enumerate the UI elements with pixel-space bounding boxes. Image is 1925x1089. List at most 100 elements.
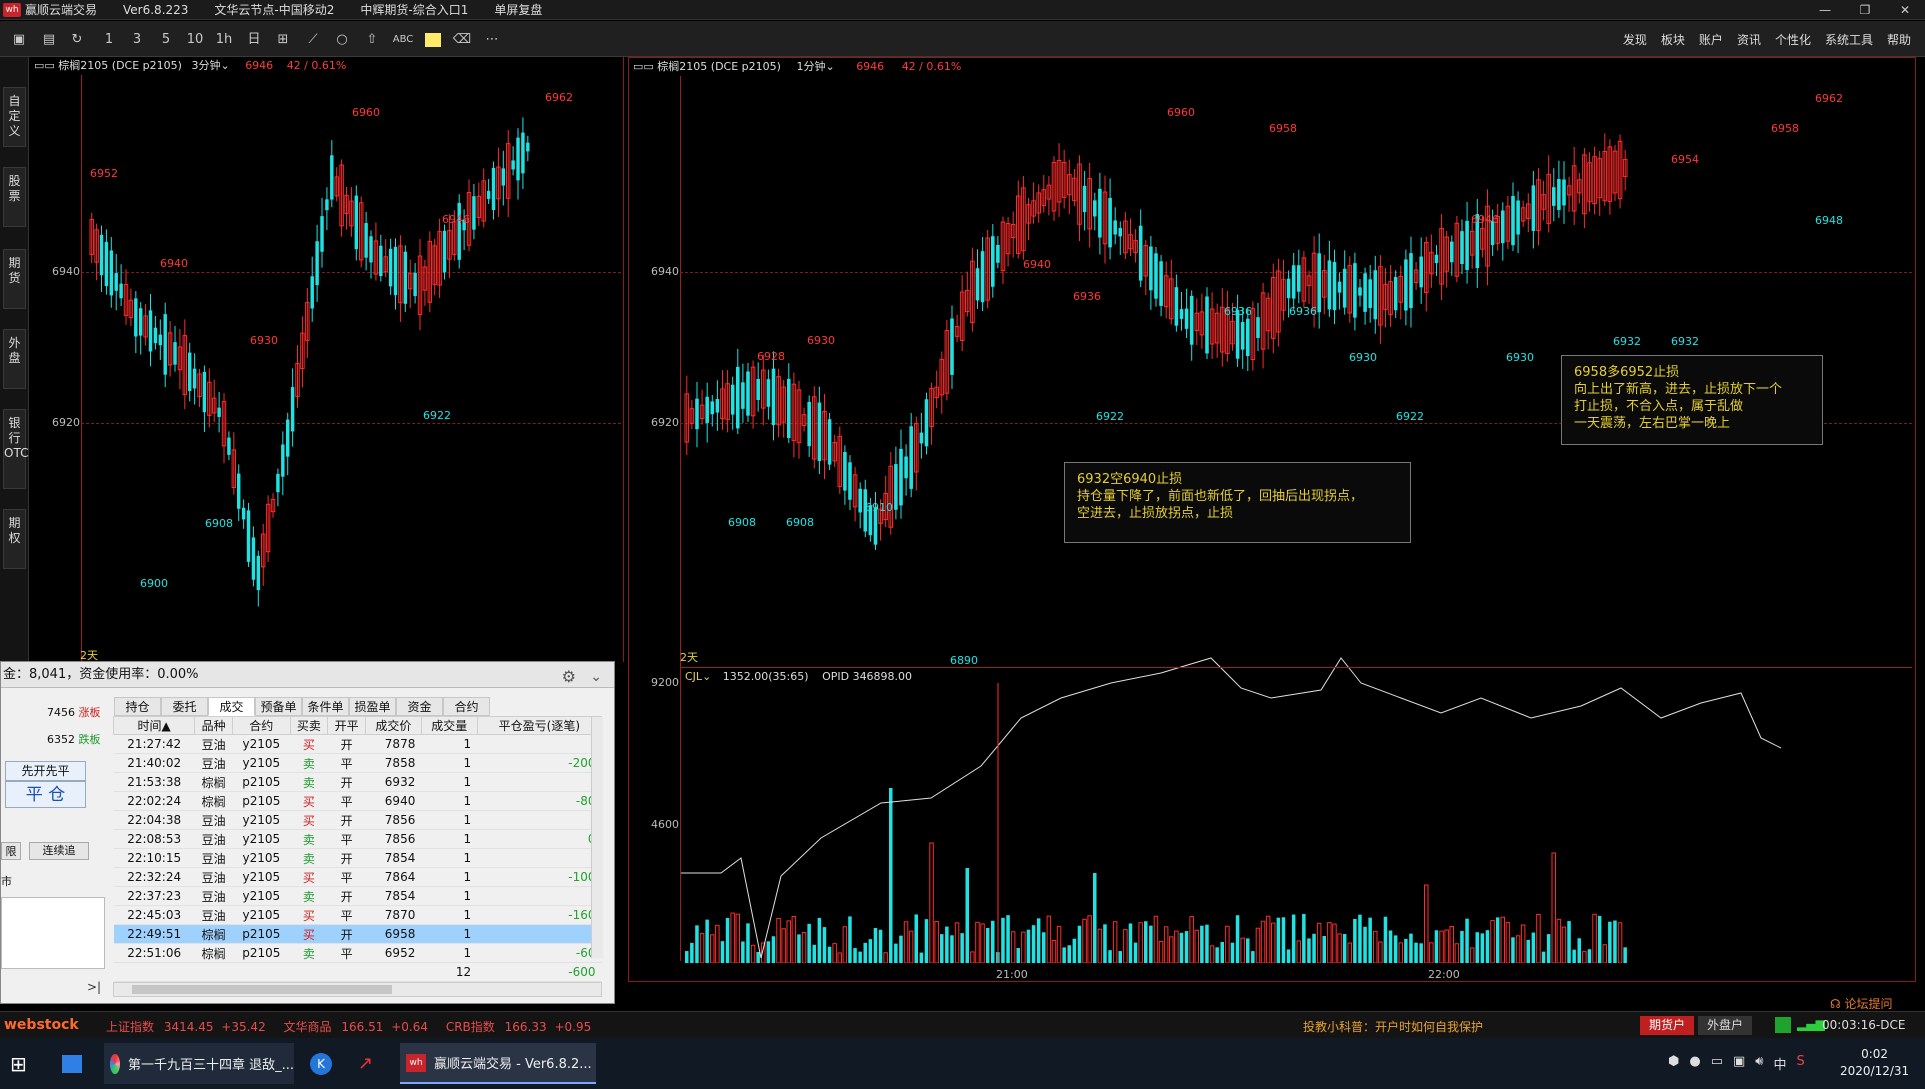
column-header[interactable]: 合约 [232,716,291,735]
table-cell: 22:49:51 [113,924,195,944]
annotation-short-trade[interactable]: 6932空6940止损 持仓量下降了，前面也新低了，回抽后出现拐点， 空进去，止… [1064,462,1411,543]
sidebar-tab-otc[interactable]: 银行OTC [3,409,28,489]
tab-conditional[interactable]: 条件单 [302,697,349,716]
grid-icon[interactable]: ⊞ [272,31,294,49]
table-row[interactable]: 22:49:51 棕榈 p2105 买开 6958 1 [113,924,602,944]
color-swatch-icon[interactable] [422,31,444,49]
chase-order-button[interactable]: 连续追 [29,842,89,860]
menu-help[interactable]: 帮助 [1887,31,1911,48]
period-5m-icon[interactable]: 5 [155,31,177,49]
period-3m-icon[interactable]: 3 [126,31,148,49]
battery-icon[interactable]: ▭ [1711,1054,1723,1073]
period-day-icon[interactable]: 日 [243,31,265,49]
column-header[interactable]: 买卖 [289,716,329,735]
tab-positions[interactable]: 持仓 [114,697,161,716]
table-row[interactable]: 22:04:38 豆油 y2105 买开 7856 1 [113,810,602,830]
sidebar-tab-futures[interactable]: 期货 [3,249,26,309]
table-row[interactable]: 22:51:06 棕榈 p2105 卖平 6952 1 -60 [113,943,602,963]
volume-icon[interactable]: 🔊︎ [1755,1054,1763,1073]
forum-link[interactable]: ☊ 论坛提问 [1830,995,1893,1012]
sidebar-tab-custom[interactable]: 自定义 [3,87,26,147]
replay-mode[interactable]: 单屏复盘 [494,1,542,18]
tray-app-icon[interactable]: ● [1689,1054,1700,1073]
column-header[interactable]: 时间▲ [112,716,196,735]
tab-contracts[interactable]: 合约 [443,697,490,716]
network-icon[interactable]: ▣ [1733,1054,1745,1073]
column-header[interactable]: 平仓盈亏(逐笔) [476,716,603,735]
k-app-icon[interactable]: K [310,1043,332,1084]
column-header[interactable]: 成交价 [365,716,422,735]
menu-sector[interactable]: 板块 [1661,31,1685,48]
chevron-down-icon[interactable]: ⌄ [702,670,711,683]
period-10m-icon[interactable]: 10 [184,31,206,49]
table-row[interactable]: 22:45:03 豆油 y2105 买平 7870 1 -160 [113,905,602,925]
text-tool-icon[interactable]: ABC [392,31,414,49]
menu-discover[interactable]: 发现 [1623,31,1647,48]
menu-account[interactable]: 账户 [1699,31,1723,48]
minimize-icon[interactable]: — [1805,0,1845,20]
eraser-icon[interactable]: ⌫ [451,31,473,49]
order-info-box[interactable] [1,897,105,969]
task-view-icon[interactable] [62,1043,82,1084]
table-row[interactable]: 22:10:15 豆油 y2105 卖开 7854 1 [113,848,602,868]
menu-personalize[interactable]: 个性化 [1775,31,1811,48]
tab-orders[interactable]: 委托 [161,697,208,716]
more-icon[interactable]: ⋯ [481,31,503,49]
clock[interactable]: 0:02 2020/12/31 [1840,1046,1909,1080]
tab-fills[interactable]: 成交 [208,697,255,716]
table-row[interactable]: 22:37:23 豆油 y2105 卖开 7854 1 [113,886,602,906]
left-kline-panel[interactable]: ▭▭ 棕榈2105 (DCE p2105) 3分钟⌄ 6946 42 / 0.6… [30,57,624,662]
trend-app-icon[interactable]: ↗ [358,1043,373,1084]
sogou-icon[interactable]: S [1797,1054,1805,1073]
foreign-account-button[interactable]: 外盘户 [1698,1016,1752,1035]
arrow-tool-icon[interactable]: ⇧ [361,31,383,49]
index-ticker[interactable]: 上证指数 3414.45 +35.42 文华商品 166.51 +0.64 CR… [106,1018,591,1035]
tab-funds[interactable]: 资金 [396,697,443,716]
sidebar-tab-stocks[interactable]: 股票 [3,167,26,227]
annotation-long-trade[interactable]: 6958多6952止损 向上出了新高，进去，止损放下一个 打止损，不合入点，属于… [1561,355,1823,445]
refresh-icon[interactable]: ↻ [66,31,88,49]
period-1m-icon[interactable]: 1 [98,31,120,49]
ellipse-tool-icon[interactable]: ○ [331,31,353,49]
tip-text[interactable]: 投教小科普：开户时如何自我保护 [1303,1018,1483,1035]
line-tool-icon[interactable]: ⟋ [302,31,324,49]
table-row[interactable]: 21:40:02 豆油 y2105 卖平 7858 1 -200 [113,753,602,773]
column-header[interactable]: 成交量 [420,716,478,735]
gear-icon[interactable]: ⚙ [562,664,576,690]
table-row[interactable]: 22:32:24 豆油 y2105 买平 7864 1 -100 [113,867,602,887]
tab-stop-profit[interactable]: 损盈单 [349,697,396,716]
taskbar-browser[interactable]: 第一千九百三十四章 退敌_... [104,1043,294,1084]
ime-indicator[interactable]: 中 [1774,1054,1787,1073]
collapse-icon[interactable]: ⌄ [590,664,602,690]
left-candlestick-chart[interactable] [82,57,622,657]
table-hscrollbar[interactable] [113,982,602,997]
table-row[interactable]: 21:53:38 棕榈 p2105 卖开 6932 1 [113,772,602,792]
menu-news[interactable]: 资讯 [1737,31,1761,48]
taskbar-trading-app[interactable]: wh 赢顺云端交易 - Ver6.8.2... [400,1043,596,1084]
sidebar-tab-options[interactable]: 期权 [3,509,26,569]
table-row[interactable]: 22:02:24 棕榈 p2105 买平 6940 1 -80 [113,791,602,811]
volume-indicator-select[interactable]: CJL [685,670,702,683]
column-header[interactable]: 开平 [327,716,367,735]
windows-start-icon[interactable]: ⊞ [10,1043,27,1084]
save-icon[interactable]: ▤ [38,31,60,49]
table-row[interactable]: 22:08:53豆油y2105卖平785610 [113,829,602,849]
close-position-button[interactable]: 平 仓 [5,781,86,808]
tab-prepared[interactable]: 预备单 [255,697,302,716]
limit-price-button[interactable]: 限 [1,842,21,860]
layout-icon[interactable]: ▣ [8,31,30,49]
tray-app-icon[interactable]: ⬢ [1668,1054,1679,1073]
open-close-mode-button[interactable]: 先开先平 [5,761,86,781]
column-header[interactable]: 品种 [194,716,234,735]
right-kline-panel[interactable]: ▭▭ 棕榈2105 (DCE p2105) 1分钟⌄ 6946 42 / 0.6… [628,57,1916,982]
restore-icon[interactable]: ❐ [1845,0,1885,20]
sidebar-tab-foreign[interactable]: 外盘 [3,329,26,389]
table-row[interactable]: 21:27:42 豆油 y2105 买开 7878 1 [113,734,602,754]
period-1h-icon[interactable]: 1h [213,31,235,49]
menu-tools[interactable]: 系统工具 [1825,31,1873,48]
futures-account-button[interactable]: 期货户 [1640,1016,1694,1035]
table-scrollbar[interactable] [591,717,603,958]
volume-bar [1434,930,1439,963]
close-icon[interactable]: ✕ [1885,0,1925,20]
next-page-icon[interactable]: >| [87,980,101,994]
